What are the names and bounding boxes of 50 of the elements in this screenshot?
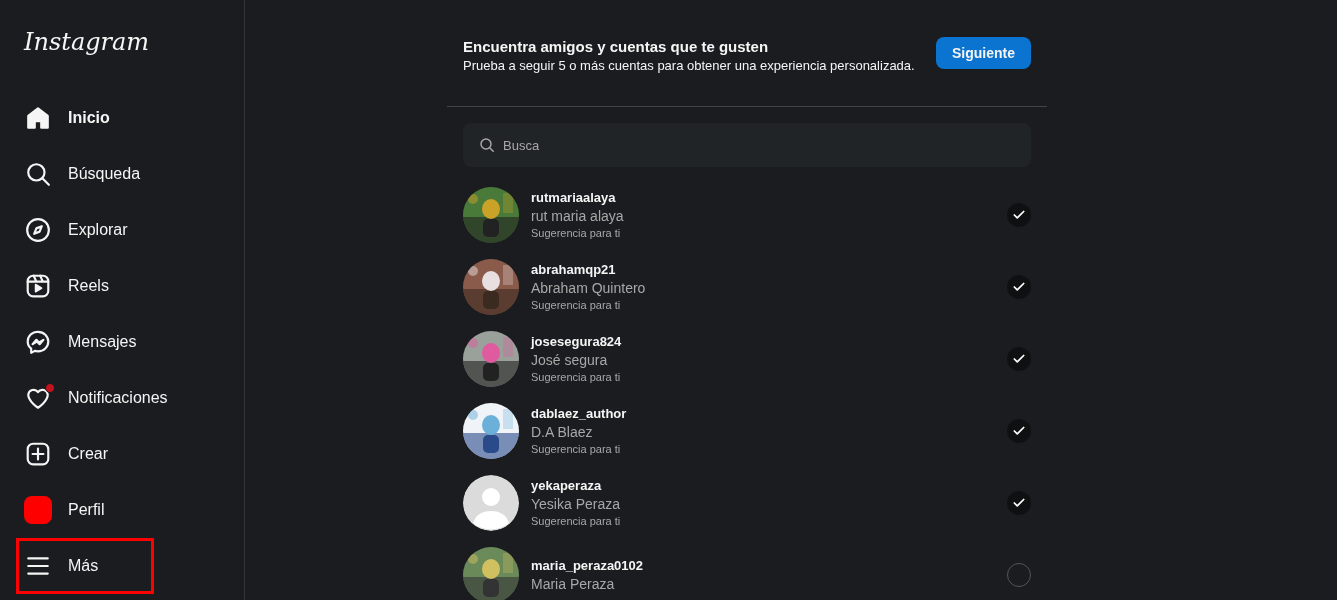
profile-icon — [24, 496, 52, 524]
nav-item[interactable]: Reels — [12, 258, 232, 314]
chat-bubble-icon — [25, 329, 51, 355]
header-title: Encuentra amigos y cuentas que te gusten — [463, 38, 770, 56]
search-icon — [25, 161, 51, 187]
username[interactable]: dablaez_author — [531, 405, 1007, 423]
nav-item[interactable]: Inicio — [12, 90, 232, 146]
home-icon — [25, 105, 51, 131]
full-name: D.A Blaez — [531, 423, 594, 441]
search-icon — [479, 137, 495, 153]
suggestion-note: Sugerencia para ti — [531, 298, 622, 313]
full-name: Yesika Peraza — [531, 495, 621, 513]
full-name: José segura — [531, 351, 609, 369]
full-name: rut maria alaya — [531, 207, 625, 225]
suggestion-note: Sugerencia para ti — [531, 514, 622, 529]
username[interactable]: rutmariaalaya — [531, 189, 1007, 207]
follow-toggle[interactable] — [1007, 203, 1031, 227]
check-icon — [1012, 496, 1026, 510]
follow-toggle[interactable] — [1007, 419, 1031, 443]
nav-item[interactable]: Mensajes — [12, 314, 232, 370]
reels-icon — [25, 273, 51, 299]
check-icon — [1012, 208, 1026, 222]
username[interactable]: abrahamqp21 — [531, 261, 1007, 279]
nav-item[interactable]: Notificaciones — [12, 370, 232, 426]
header-subtitle: Prueba a seguir 5 o más cuentas para obtener una experiencia personalizada. — [463, 57, 915, 75]
plus-icon — [25, 441, 51, 467]
username[interactable]: maria_peraza0102 — [531, 557, 1007, 575]
suggestion-note: Sugerencia para ti — [531, 226, 622, 241]
follow-toggle[interactable] — [1007, 347, 1031, 371]
instagram-logo[interactable]: Instagram — [12, 0, 232, 90]
nav-item[interactable]: Crear — [12, 426, 232, 482]
follow-toggle[interactable] — [1007, 491, 1031, 515]
next-button[interactable]: Siguiente — [936, 37, 1031, 69]
search-field[interactable]: Busca — [463, 123, 1031, 167]
nav-item[interactable]: Búsqueda — [12, 146, 232, 202]
check-icon — [1012, 280, 1026, 294]
compass-icon — [25, 217, 51, 243]
suggestion-note: Sugerencia para ti — [531, 370, 622, 385]
nav-item[interactable]: Perfil — [12, 482, 232, 538]
check-icon — [1012, 424, 1026, 438]
full-name: Abraham Quintero — [531, 279, 647, 297]
nav-item[interactable]: Explorar — [12, 202, 232, 258]
username[interactable]: josesegura824 — [531, 333, 1007, 351]
nav-item[interactable]: Más — [16, 538, 154, 594]
follow-toggle[interactable] — [1007, 275, 1031, 299]
username[interactable]: yekaperaza — [531, 477, 1007, 495]
check-icon — [1012, 352, 1026, 366]
suggestion-note: Sugerencia para ti — [531, 442, 622, 457]
full-name: Maria Peraza — [531, 575, 616, 593]
default-avatar-icon — [463, 475, 519, 531]
